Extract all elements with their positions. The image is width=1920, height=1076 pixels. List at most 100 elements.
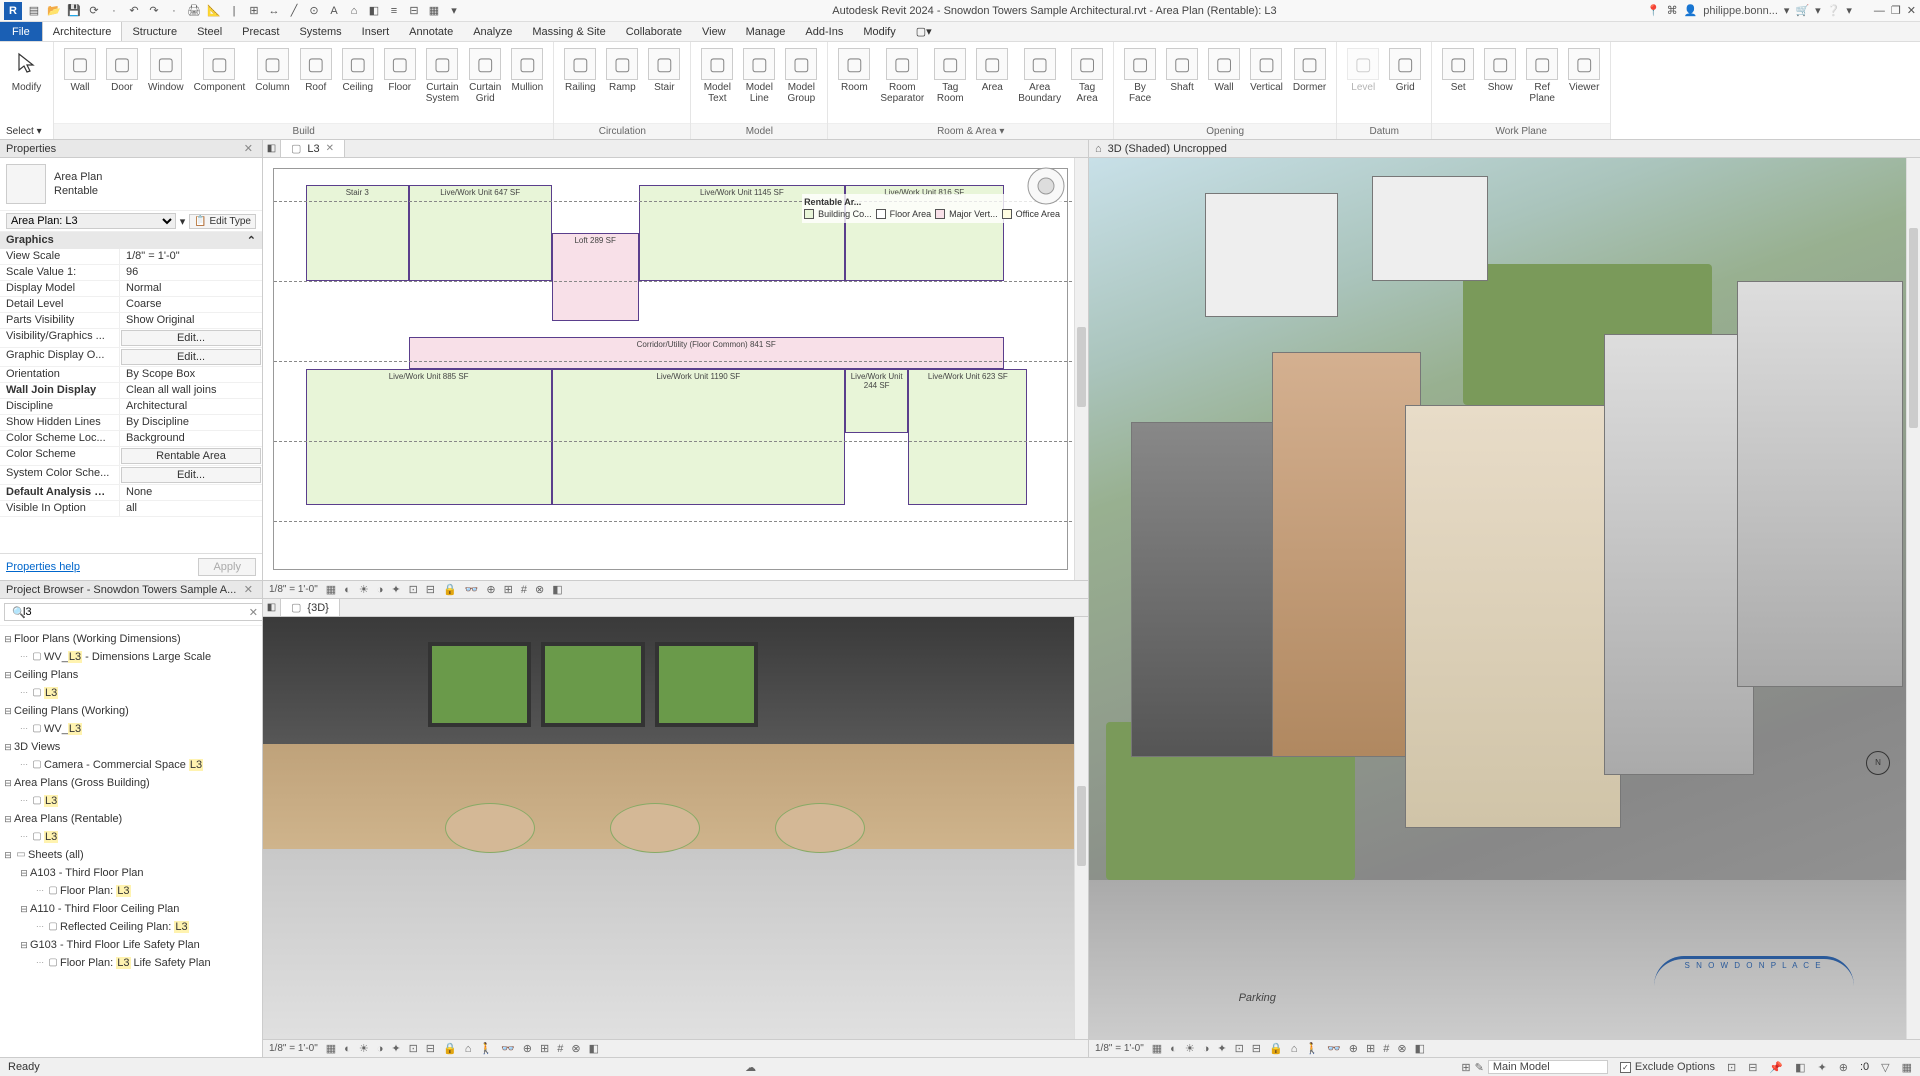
property-edit-button[interactable]: Edit... [121,330,261,346]
ribbon-tab-modify[interactable]: Modify [853,22,905,41]
tree-toggle-icon[interactable]: ⊟ [18,864,30,882]
tree-node[interactable]: ⊟A110 - Third Floor Ceiling Plan [2,900,260,918]
dormer-tool[interactable]: ▢Dormer [1289,46,1330,95]
plan-room[interactable]: Loft 289 SF [552,233,639,321]
ceiling-tool[interactable]: ▢Ceiling [338,46,378,95]
aerial-canvas[interactable]: S N O W D O N P L A C E Parking N [1089,158,1920,1039]
filter-icon[interactable]: ▽ [1881,1061,1889,1074]
reveal-icon[interactable]: ⊕ [1349,1042,1358,1055]
instance-selector[interactable]: Area Plan: L3 [6,213,176,229]
share-icon[interactable]: ⌘ [1667,4,1678,17]
tree-node[interactable]: ⊟Floor Plans (Working Dimensions) [2,630,260,648]
tree-node[interactable]: ⊟3D Views [2,738,260,756]
grid-icon[interactable]: # [557,1043,563,1055]
ribbon-tab-structure[interactable]: Structure [122,22,187,41]
closeviews-icon[interactable]: ⊟ [406,3,422,19]
curtain-grid-tool[interactable]: ▢Curtain Grid [465,46,505,106]
compass-icon[interactable]: N [1866,751,1890,775]
roof-tool[interactable]: ▢Roof [296,46,336,95]
show-tool[interactable]: ▢Show [1480,46,1520,95]
paint-icon[interactable]: ◧ [552,583,562,596]
ribbon-tab-massing-site[interactable]: Massing & Site [522,22,615,41]
drag-icon[interactable]: ✦ [1818,1061,1827,1074]
home-icon[interactable]: ⌂ [1095,143,1102,155]
chevron-down-icon[interactable]: ▾ [1815,4,1821,17]
save-icon[interactable]: 💾 [66,3,82,19]
tree-node[interactable]: ⋯▢WV_L3 - Dimensions Large Scale [2,648,260,666]
tree-node[interactable]: ⋯▢L3 [2,684,260,702]
lock-icon[interactable]: 🔒 [443,1042,457,1055]
file-tab[interactable]: File [0,22,42,41]
viewer-tool[interactable]: ▢Viewer [1564,46,1604,95]
vertical-scrollbar[interactable] [1074,158,1088,580]
link-icon[interactable]: ⊗ [571,1042,580,1055]
tree-toggle-icon[interactable]: ⊟ [2,630,14,648]
property-row[interactable]: Color SchemeRentable Area [0,447,262,466]
crop-icon[interactable]: ⊡ [409,1042,418,1055]
shadows-icon[interactable]: ◑ [377,584,384,596]
ribbon-min-icon[interactable]: ▢▾ [906,22,942,41]
ribbon-tab-annotate[interactable]: Annotate [399,22,463,41]
search-marker-icon[interactable]: 📍 [1647,4,1661,17]
property-row[interactable]: OrientationBy Scope Box [0,367,262,383]
shaft-tool[interactable]: ▢Shaft [1162,46,1202,95]
plan-room[interactable]: Live/Work Unit 244 SF [845,369,908,433]
tab-list-icon[interactable]: ◧ [263,599,281,616]
home-icon[interactable]: ⌂ [465,1043,472,1055]
property-value[interactable]: By Scope Box [120,367,262,382]
room-separator-tool[interactable]: ▢Room Separator [876,46,928,106]
ref-plane-tool[interactable]: ▢Ref Plane [1522,46,1562,106]
tree-toggle-icon[interactable]: ⊟ [2,774,14,792]
scale-label[interactable]: 1/8" = 1'-0" [1095,1043,1144,1054]
plan-room[interactable]: Live/Work Unit 885 SF [306,369,552,505]
ribbon-tab-manage[interactable]: Manage [736,22,796,41]
help-icon[interactable]: ❔ [1827,4,1841,17]
default3d-icon[interactable]: ⌂ [346,3,362,19]
property-edit-button[interactable]: Edit... [121,467,261,483]
column-tool[interactable]: ▢Column [251,46,293,95]
crop-visible-icon[interactable]: ⊟ [426,1042,435,1055]
cloud-icon[interactable]: ☁ [745,1061,756,1074]
property-row[interactable]: Visible In Optionall [0,501,262,517]
properties-header[interactable]: Properties ✕ [0,140,262,158]
paint-icon[interactable]: ◧ [1415,1042,1425,1055]
tree-toggle-icon[interactable]: ⊟ [2,738,14,756]
scale-label[interactable]: 1/8" = 1'-0" [269,584,318,595]
property-value[interactable]: Background [120,431,262,446]
file-icon[interactable]: ▤ [26,3,42,19]
sun-icon[interactable]: ☀ [359,1042,369,1055]
cart-icon[interactable]: 🛒 [1795,4,1809,17]
line-icon[interactable]: ╱ [286,3,302,19]
align-icon[interactable]: ⊞ [246,3,262,19]
close-icon[interactable]: ✕ [326,143,334,154]
stair-tool[interactable]: ▢Stair [644,46,684,95]
floor-tool[interactable]: ▢Floor [380,46,420,95]
area-tool[interactable]: ▢Area [972,46,1012,95]
paint-icon[interactable]: ◧ [589,1042,599,1055]
reveal-icon[interactable]: ⊕ [523,1042,532,1055]
wall-tool[interactable]: ▢Wall [60,46,100,95]
room-tool[interactable]: ▢Room [834,46,874,95]
property-value[interactable]: Normal [120,281,262,296]
close-button[interactable]: ✕ [1907,4,1916,17]
shadows-icon[interactable]: ◑ [1203,1043,1210,1055]
model-text-tool[interactable]: ▢Model Text [697,46,737,106]
component-tool[interactable]: ▢Component [190,46,250,95]
tree-node[interactable]: ⋯▢Camera - Commercial Space L3 [2,756,260,774]
qat-dropdown-icon[interactable]: ▾ [446,3,462,19]
temp-hide-icon[interactable]: 👓 [465,583,479,596]
model-group-tool[interactable]: ▢Model Group [781,46,821,106]
tree-node[interactable]: ⊟Ceiling Plans [2,666,260,684]
aerial-view-tab[interactable]: ⌂ 3D (Shaded) Uncropped [1089,140,1920,158]
clear-search-icon[interactable]: ✕ [249,606,258,619]
undo-icon[interactable]: ↶ [126,3,142,19]
ribbon-tab-architecture[interactable]: Architecture [42,22,123,41]
property-value[interactable]: Coarse [120,297,262,312]
collapse-icon[interactable]: ⌃ [247,234,256,247]
property-row[interactable]: Scale Value 1:96 [0,265,262,281]
worksets-icon[interactable]: ⊞ [504,583,513,596]
detail-icon[interactable]: ▦ [1152,1042,1162,1055]
plan-room[interactable]: Stair 3 [306,185,409,281]
plan-room[interactable]: Corridor/Utility (Floor Common) 841 SF [409,337,1004,369]
ribbon-tab-add-ins[interactable]: Add-Ins [795,22,853,41]
